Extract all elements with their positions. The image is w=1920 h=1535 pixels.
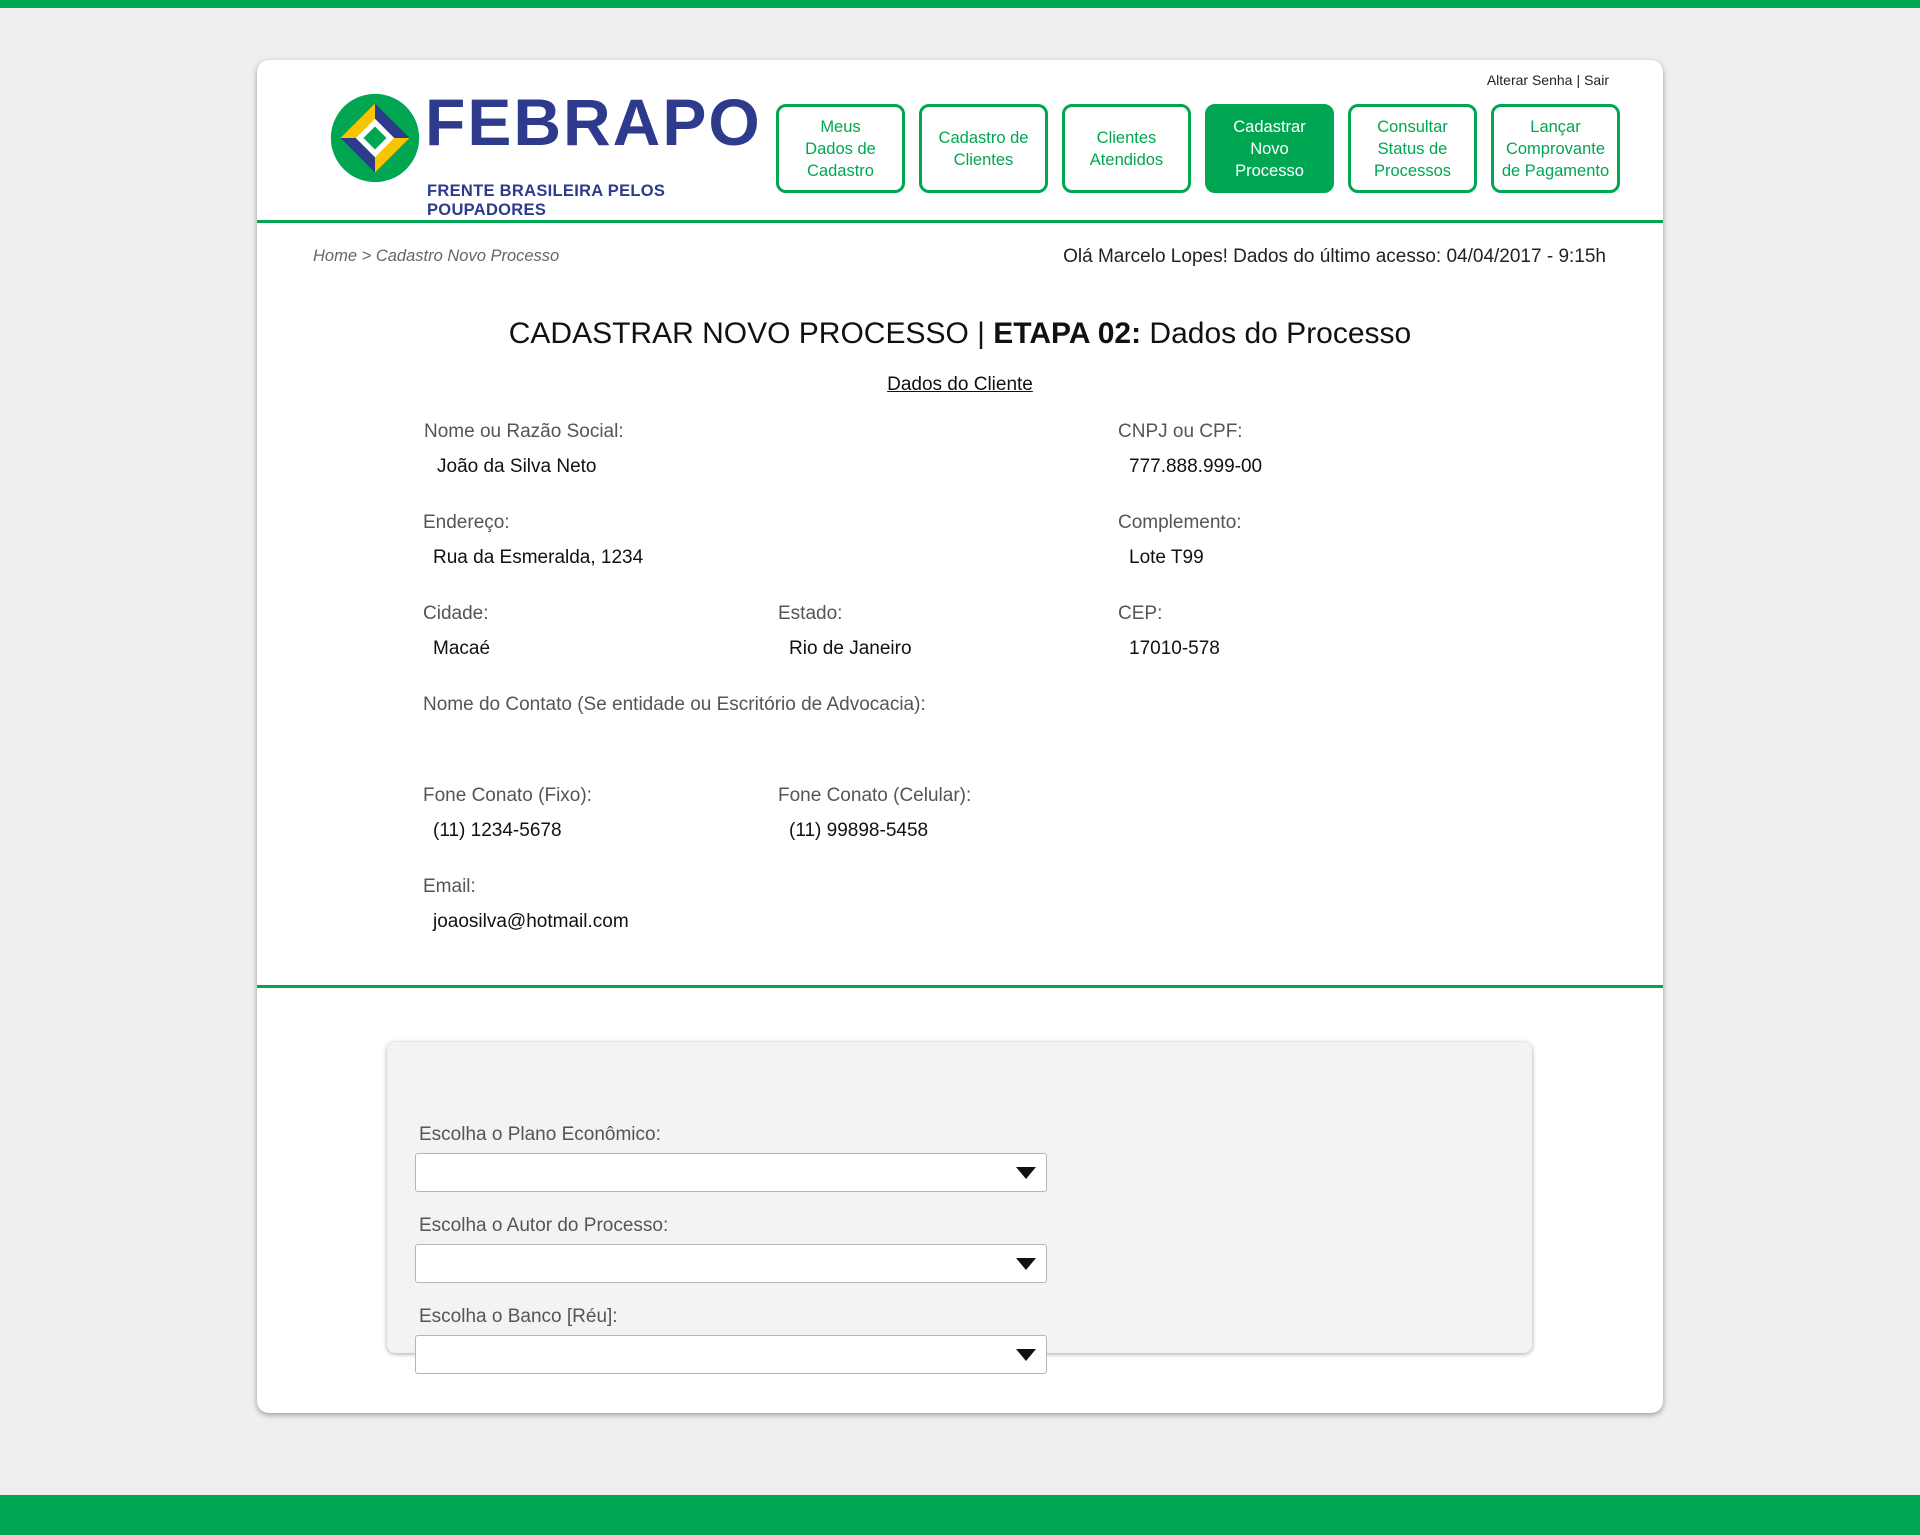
logout-link[interactable]: Sair [1584,72,1609,88]
plan-select[interactable] [415,1153,1047,1192]
link-separator: | [1576,72,1581,88]
welcome-message: Olá Marcelo Lopes! Dados do último acess… [1063,246,1606,267]
doc-label: CNPJ ou CPF: [1118,421,1243,442]
section-divider [257,985,1663,988]
section-title: Dados do Cliente [887,374,1033,395]
address-value: Rua da Esmeralda, 1234 [433,547,644,568]
logo-subtitle: FRENTE BRASILEIRA PELOS POUPADORES [427,182,666,219]
bank-label: Escolha o Banco [Réu]: [419,1306,618,1327]
contact-label: Nome do Contato (Se entidade ou Escritór… [423,694,926,715]
caret-down-icon [1016,1167,1036,1179]
phone-mobile-value: (11) 99898-5458 [789,820,929,841]
name-label: Nome ou Razão Social: [424,421,624,442]
page-title-suffix: Dados do Processo [1141,317,1412,350]
author-label: Escolha o Autor do Processo: [419,1215,669,1236]
logo-title: FEBRAPO [425,85,762,159]
complement-value: Lote T99 [1129,547,1204,568]
page-title: CADASTRAR NOVO PROCESSO | ETAPA 02: Dado… [257,317,1663,351]
febrapo-logo[interactable]: FEBRAPO FRENTE BRASILEIRA PELOS POUPADOR… [327,85,760,219]
top-accent-bar [0,0,1920,8]
nav-meus-dados[interactable]: Meus Dados de Cadastro [776,104,905,193]
account-links: Alterar Senha | Sair [1487,72,1609,88]
bottom-accent-bar [0,1495,1920,1535]
plan-label: Escolha o Plano Econômico: [419,1124,661,1145]
nav-cadastrar-processo[interactable]: Cadastrar Novo Processo [1205,104,1334,193]
email-value: joaosilva@hotmail.com [433,911,629,932]
page-title-step: ETAPA 02: [993,317,1142,350]
cep-value: 17010-578 [1129,638,1220,659]
header-divider [257,220,1663,223]
name-value: João da Silva Neto [437,456,597,477]
phone-fixed-label: Fone Conato (Fixo): [423,785,592,806]
phone-fixed-value: (11) 1234-5678 [433,820,562,841]
author-select[interactable] [415,1244,1047,1283]
phone-mobile-label: Fone Conato (Celular): [778,785,972,806]
page-title-prefix: CADASTRAR NOVO PROCESSO | [508,317,994,350]
city-label: Cidade: [423,603,489,624]
change-password-link[interactable]: Alterar Senha [1487,72,1573,88]
main-card: FEBRAPO FRENTE BRASILEIRA PELOS POUPADOR… [257,60,1663,1413]
bank-select[interactable] [415,1335,1047,1374]
process-form-panel: Escolha o Plano Econômico: Escolha o Aut… [387,1042,1532,1374]
nav-clientes-atendidos[interactable]: Clientes Atendidos [1062,104,1191,193]
address-label: Endereço: [423,512,510,533]
cep-label: CEP: [1118,603,1163,624]
doc-value: 777.888.999-00 [1129,456,1263,477]
logo-mark-icon [330,93,420,183]
nav-consultar-status[interactable]: Consultar Status de Processos [1348,104,1477,193]
breadcrumb[interactable]: Home > Cadastro Novo Processo [313,247,559,266]
complement-label: Complemento: [1118,512,1242,533]
state-label: Estado: [778,603,843,624]
state-value: Rio de Janeiro [789,638,912,659]
caret-down-icon [1016,1258,1036,1270]
city-value: Macaé [433,638,491,659]
caret-down-icon [1016,1349,1036,1361]
nav-lancar-comprovante[interactable]: Lançar Comprovante de Pagamento [1491,104,1620,193]
email-label: Email: [423,876,476,897]
nav-cadastro-clientes[interactable]: Cadastro de Clientes [919,104,1048,193]
